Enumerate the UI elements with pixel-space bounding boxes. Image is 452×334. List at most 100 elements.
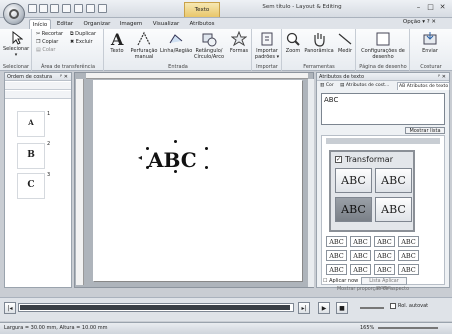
sewing-order-toolbar-2[interactable] [5, 91, 71, 99]
tab-editar[interactable]: Editar [55, 19, 75, 29]
application-menu-button[interactable] [3, 3, 25, 25]
import-patterns-icon [261, 32, 273, 46]
transform-bulge-button[interactable]: ABC [375, 197, 412, 222]
speed-slider[interactable] [360, 307, 384, 309]
tab-atributos-costura[interactable]: ▤ Atributos de cost... [339, 82, 390, 90]
shape-option[interactable]: ABC [374, 236, 395, 247]
excluir-label: Excluir [75, 39, 93, 45]
formas-button[interactable]: Formas [228, 31, 250, 54]
medir-button[interactable]: Medir [336, 31, 354, 54]
tab-visualizar[interactable]: Visualizar [150, 19, 182, 29]
sewing-order-item[interactable]: B [17, 143, 45, 169]
configuracoes-button[interactable]: Configurações de desenho [360, 31, 406, 60]
simulator-track[interactable] [18, 303, 294, 312]
selection-handle[interactable] [146, 147, 149, 150]
sewing-order-item[interactable]: C [17, 173, 45, 199]
linha-label: Linha/Região [160, 48, 193, 54]
shape-option[interactable]: ABC [326, 236, 347, 247]
maximize-icon[interactable]: □ [426, 3, 435, 12]
transform-checkbox[interactable]: ✓ [335, 156, 342, 163]
aspect-ratio-label: Mostrar proporção de aspecto [337, 287, 409, 292]
recortar-label: Recortar [41, 31, 64, 37]
configuracoes-label: Configurações de desenho [361, 48, 405, 60]
context-tab-texto[interactable]: Texto [184, 2, 220, 17]
transform-arc-down-button[interactable]: ABC [335, 197, 372, 222]
show-list-button[interactable]: Mostrar lista [405, 127, 445, 134]
options-menu[interactable]: Opção ▾ ? ✕ [403, 19, 436, 25]
apply-now-row[interactable]: ☐ Aplicar now [323, 278, 358, 284]
retangulo-button[interactable]: Retângulo/ Círculo/Arco [194, 31, 224, 60]
sewing-order-title-text: Ordem de costura [7, 74, 53, 80]
go-start-icon[interactable]: |◂ [4, 302, 16, 314]
transform-popup: ✓ Transformar ABC ABC ABC ABC [329, 150, 415, 232]
options-label: Opção [402, 19, 421, 25]
shape-option[interactable]: ABC [374, 264, 395, 275]
close-icon[interactable]: ✕ [438, 3, 447, 12]
tab-atributos[interactable]: Atributos [188, 19, 216, 29]
qa-undo-icon[interactable] [62, 4, 71, 13]
pane-close-icon[interactable]: ᵖ ✕ [438, 73, 446, 81]
simulator-progress [20, 305, 290, 310]
group-label-ferramentas: Ferramentas [303, 64, 335, 70]
text-attributes-pane: Atributos de texto ᵖ ✕ ▥ Cor ▤ Atributos … [316, 72, 451, 292]
excluir-button[interactable]: ✖ Excluir [70, 39, 93, 46]
line-region-icon [169, 34, 183, 44]
shape-option[interactable]: ABC [398, 236, 419, 247]
shape-option[interactable]: ABC [398, 264, 419, 275]
selecionar-button[interactable]: Selecionar ▾ [3, 31, 29, 58]
tab-inicio[interactable]: Início [29, 19, 51, 29]
text-input[interactable]: ABC [321, 93, 445, 125]
transform-arc-up-button[interactable]: ABC [335, 168, 372, 193]
sewing-order-item[interactable]: A [17, 111, 45, 137]
panoramica-button[interactable]: Panorâmica [304, 31, 334, 54]
sewing-item-char: C [27, 180, 35, 190]
recortar-button[interactable]: ✂ Recortar [36, 31, 63, 38]
stop-icon[interactable]: ■ [336, 302, 348, 314]
apply-all-button[interactable]: Lista Aplicar nome [361, 277, 407, 291]
vertical-scrollbar[interactable] [308, 79, 314, 287]
qa-customize-icon[interactable] [98, 4, 107, 13]
qa-save-icon[interactable] [50, 4, 59, 13]
shape-option[interactable]: ABC [350, 250, 371, 261]
duplicar-button[interactable]: ⧉ Duplicar [70, 31, 96, 38]
selection-handle[interactable] [205, 166, 208, 169]
rotate-handle[interactable] [174, 140, 177, 143]
manual-punch-icon [137, 31, 151, 46]
tab-organizar[interactable]: Organizar [82, 19, 112, 29]
shape-option[interactable]: ABC [350, 236, 371, 247]
tab-cor[interactable]: ▥ Cor [319, 82, 335, 90]
copiar-button[interactable]: ❐ Copiar [36, 39, 58, 46]
pane-pin-close-icon[interactable]: ᵖ ✕ [60, 73, 68, 81]
selection-handle[interactable] [146, 166, 149, 169]
selection-handle[interactable] [205, 147, 208, 150]
selected-text-object[interactable]: ABC [148, 148, 197, 172]
play-icon[interactable]: ▶ [318, 302, 330, 314]
linha-regiao-button[interactable]: Linha/Região [160, 31, 192, 54]
qa-open-icon[interactable] [39, 4, 48, 13]
tab-imagem[interactable]: Imagem [118, 19, 144, 29]
texto-button[interactable]: A Texto [106, 31, 128, 54]
shape-option[interactable]: ABC [350, 264, 371, 275]
perfuracao-button[interactable]: Perfuração manual [128, 31, 160, 60]
qa-print-icon[interactable] [86, 4, 95, 13]
qa-redo-icon[interactable] [74, 4, 83, 13]
zoom-slider[interactable] [378, 327, 438, 329]
auto-scroll-checkbox[interactable] [390, 303, 396, 309]
tab-atributos-texto[interactable]: AB Atributos de texto [397, 82, 451, 90]
qa-new-icon[interactable] [28, 4, 37, 13]
shape-option[interactable]: ABC [326, 264, 347, 275]
minimize-icon[interactable]: – [414, 3, 423, 12]
sewing-order-toolbar-1[interactable] [5, 82, 71, 90]
design-page[interactable] [93, 80, 302, 281]
enviar-button[interactable]: Enviar [412, 31, 448, 54]
panoramica-label: Panorâmica [304, 48, 334, 54]
importar-button[interactable]: Importar padrões ▾ [253, 31, 281, 60]
selection-handle[interactable] [174, 170, 177, 173]
zoom-button[interactable]: Zoom [284, 31, 302, 54]
colar-button[interactable]: ▤ Colar [36, 47, 55, 54]
shape-option[interactable]: ABC [326, 250, 347, 261]
transform-wave-button[interactable]: ABC [375, 168, 412, 193]
shape-option[interactable]: ABC [398, 250, 419, 261]
go-end-icon[interactable]: ▸| [298, 302, 310, 314]
shape-option[interactable]: ABC [374, 250, 395, 261]
